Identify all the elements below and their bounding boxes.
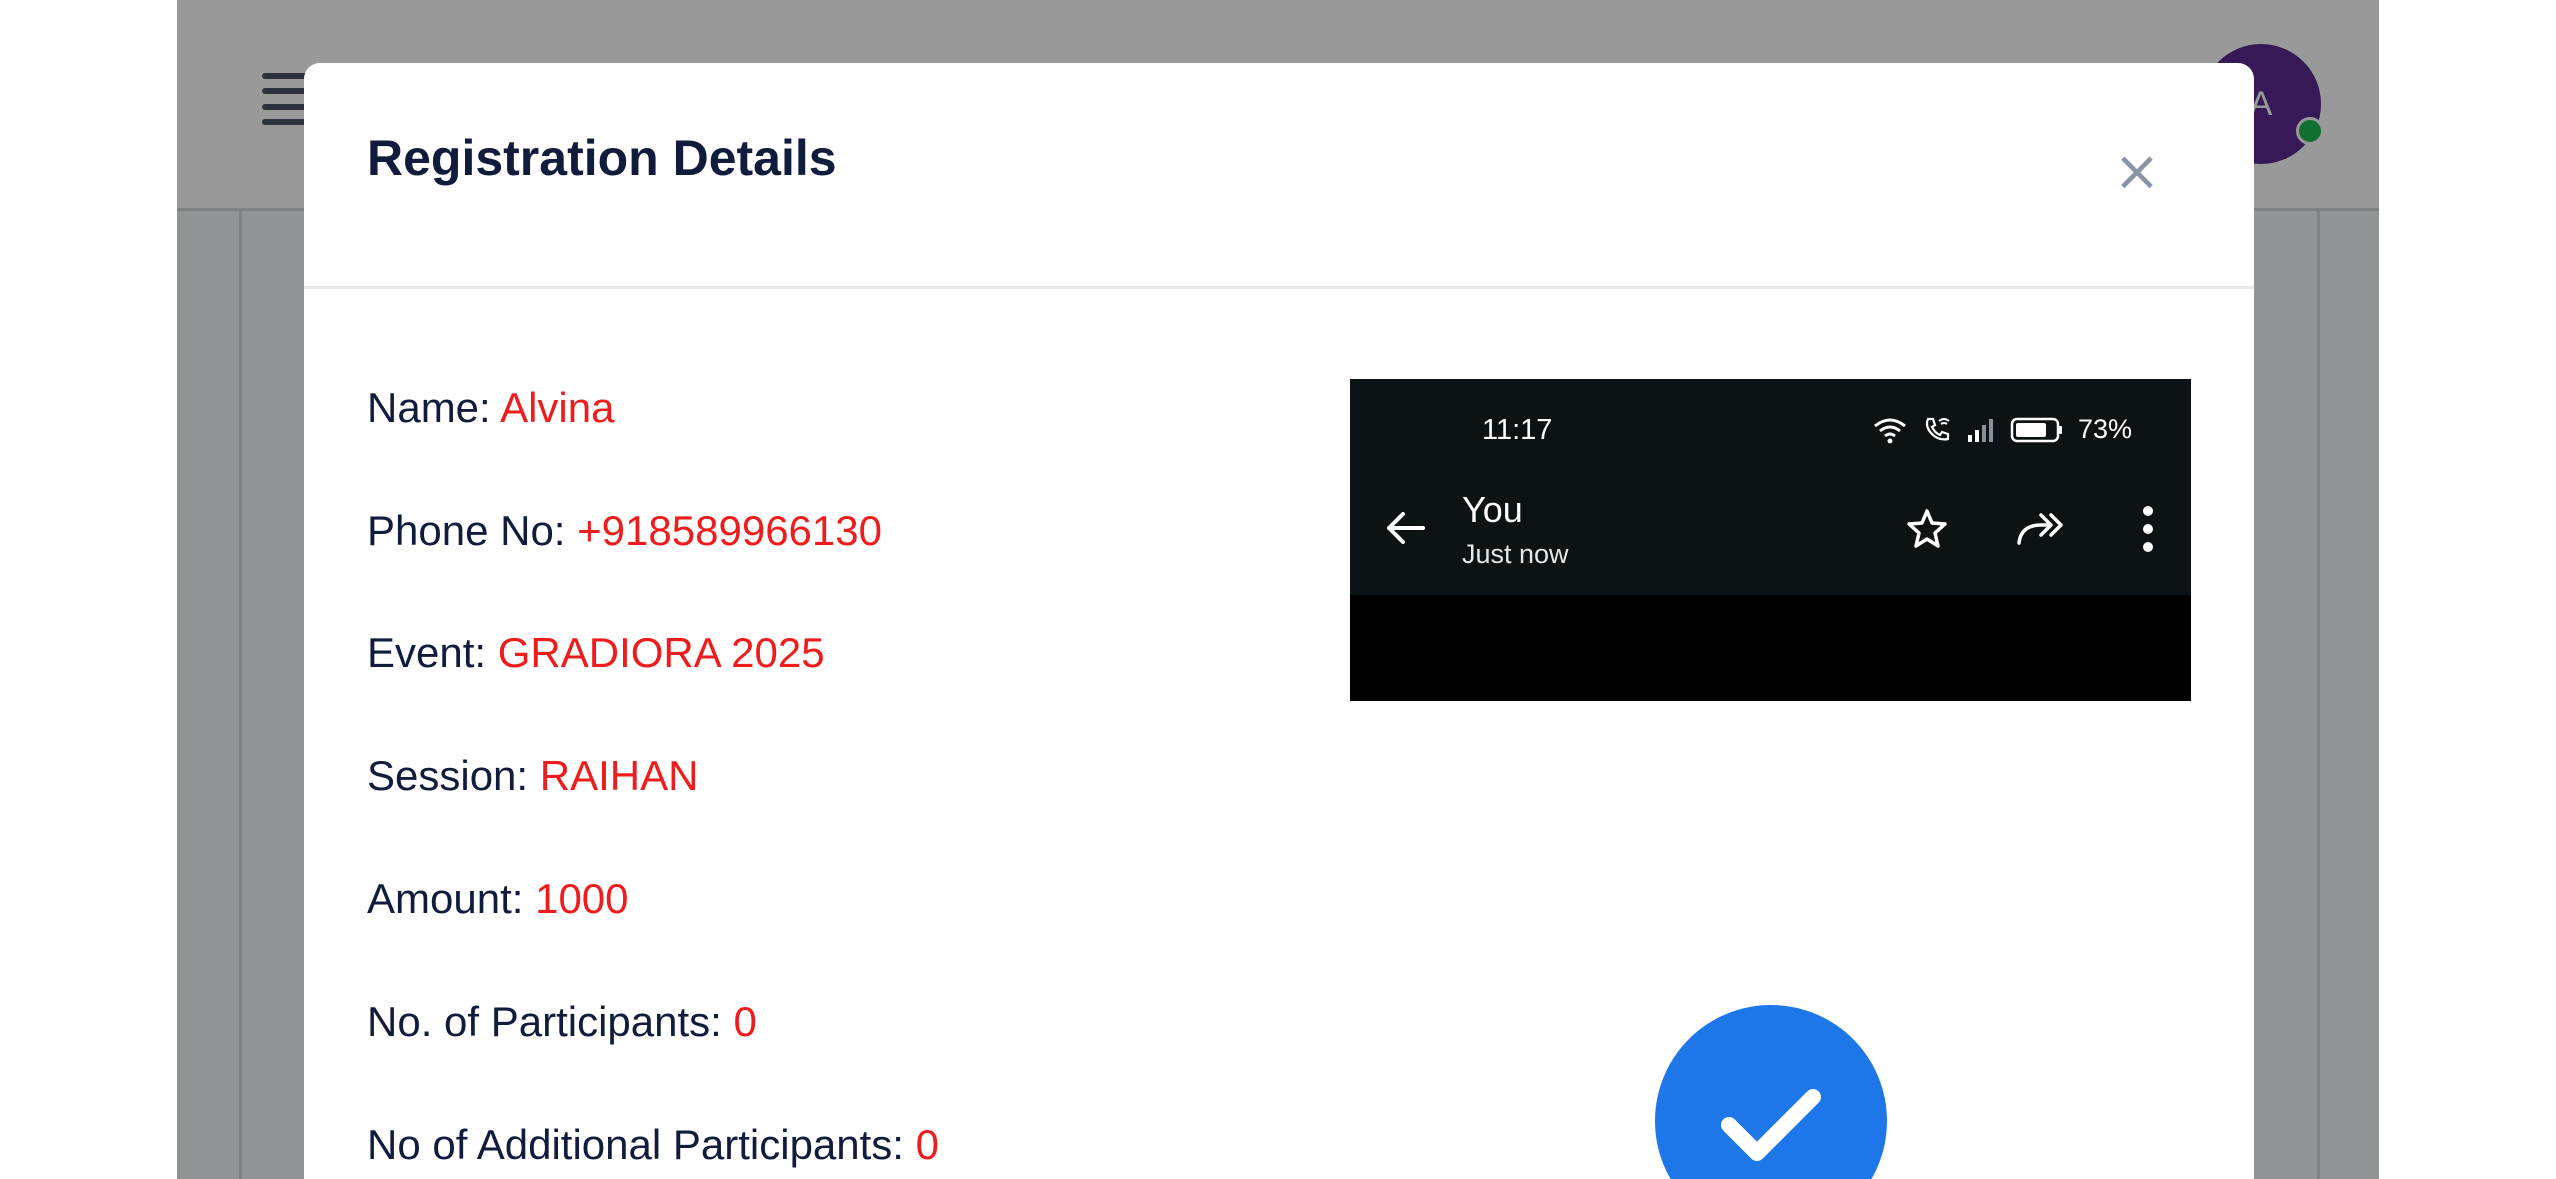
- modal-title: Registration Details: [367, 130, 837, 186]
- detail-value: 1000: [535, 875, 629, 922]
- detail-label: Name:: [367, 384, 491, 431]
- sender-name: You: [1462, 489, 1523, 530]
- detail-session: Session: RAIHAN: [367, 752, 698, 800]
- status-bar-time: 11:17: [1482, 414, 1553, 446]
- modal-header: Registration Details ×: [304, 63, 2254, 289]
- detail-label: Phone No:: [367, 507, 566, 554]
- checkmark-icon: [1721, 1089, 1821, 1161]
- back-arrow-icon: [1387, 512, 1425, 544]
- detail-participants: No. of Participants: 0: [367, 998, 757, 1046]
- more-vert-icon: [2143, 506, 2153, 552]
- close-button[interactable]: ×: [2112, 144, 2162, 200]
- star-icon: [1907, 509, 1947, 548]
- detail-value: 0: [733, 998, 757, 1045]
- payment-screenshot[interactable]: 11:17 73% You Just now: [1350, 379, 2191, 701]
- detail-label: Event:: [367, 629, 487, 676]
- wifi-icon: [1874, 418, 1906, 443]
- forward-icon: [2017, 513, 2063, 545]
- detail-label: No of Additional Participants:: [367, 1121, 904, 1168]
- verified-badge[interactable]: [1655, 1005, 1887, 1179]
- detail-event: Event: GRADIORA 2025: [367, 629, 825, 677]
- signal-icon: [1967, 418, 1993, 442]
- detail-phone: Phone No: +918589966130: [367, 507, 882, 555]
- wifi-call-icon: [1925, 417, 1950, 440]
- detail-additional-participants: No of Additional Participants: 0: [367, 1121, 939, 1169]
- screenshot-content-area: [1350, 595, 2191, 701]
- left-margin: [0, 0, 177, 1179]
- detail-name: Name: Alvina: [367, 384, 614, 432]
- detail-value: RAIHAN: [539, 752, 699, 799]
- status-bar-icons: 73%: [1872, 414, 2132, 445]
- detail-label: Amount:: [367, 875, 524, 922]
- registration-details-modal: Registration Details × Name: Alvina Phon…: [304, 63, 2254, 1179]
- sent-time: Just now: [1462, 539, 1569, 569]
- battery-percentage: 73%: [2077, 414, 2132, 444]
- battery-icon: [2010, 417, 2062, 442]
- detail-value: GRADIORA 2025: [497, 629, 825, 676]
- detail-label: No. of Participants:: [367, 998, 722, 1045]
- detail-value: +918589966130: [577, 507, 882, 554]
- right-margin: [2379, 0, 2556, 1179]
- detail-amount: Amount: 1000: [367, 875, 629, 923]
- detail-label: Session:: [367, 752, 529, 799]
- detail-value: Alvina: [500, 384, 615, 431]
- detail-value: 0: [915, 1121, 940, 1168]
